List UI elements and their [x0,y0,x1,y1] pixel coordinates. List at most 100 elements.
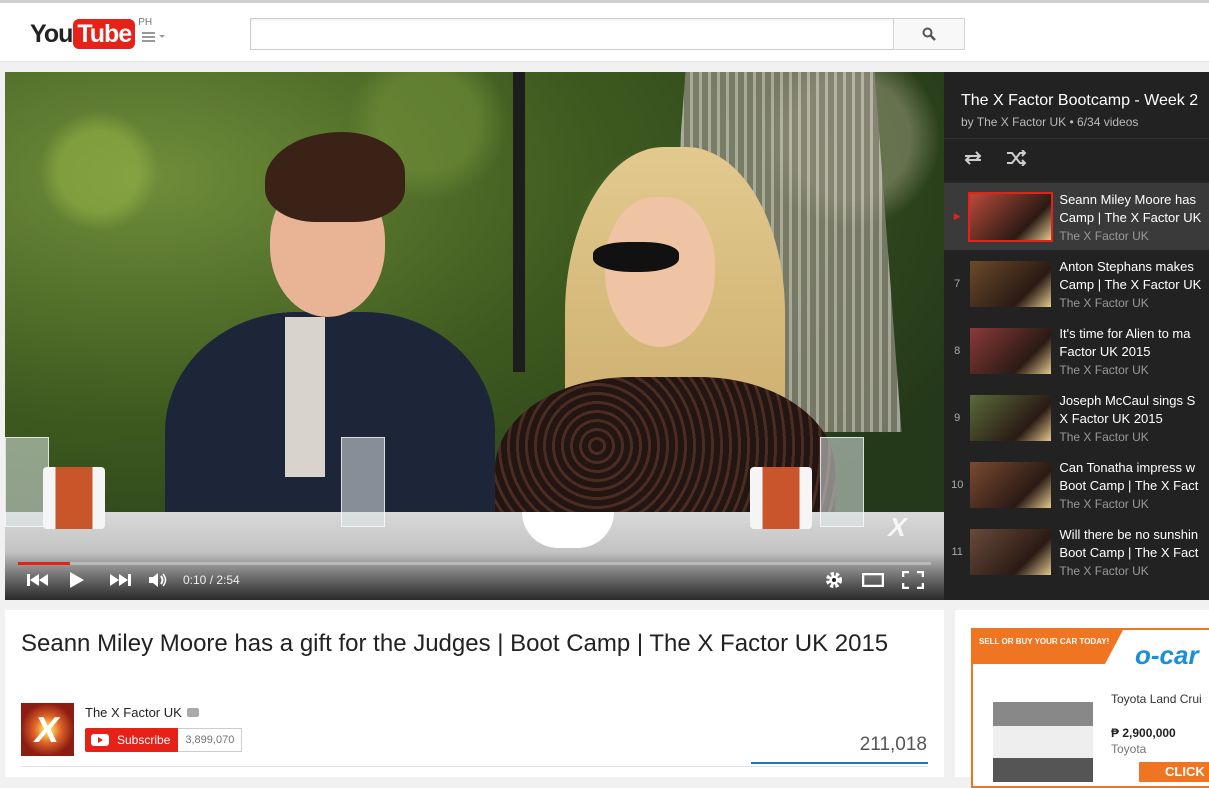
settings-button[interactable] [824,570,844,590]
playlist-item-thumbnail [970,394,1052,441]
playlist-header: The X Factor Bootcamp - Week 2 by The X … [944,72,1209,139]
country-code: PH [138,17,153,28]
video-player[interactable]: X 0:10 / 2:54 [5,72,944,600]
previous-button[interactable] [27,573,49,587]
playlist-item-title-line: Factor UK 2015 [1059,343,1151,359]
playlist-item-title-line: Will there be no sunshin [1059,526,1199,542]
playlist-item[interactable]: 9 Joseph McCaul sings S X Factor UK 2015 Th… [944,384,1209,451]
playlist-item[interactable]: 8 It's time for Alien to ma Factor UK 2015… [944,317,1209,384]
playlist-item-title-line: Seann Miley Moore has [1059,191,1196,207]
shuffle-button[interactable] [1006,149,1028,171]
playlist-item-owner: The X Factor UK [1059,429,1149,444]
playlist-item-title: Joseph McCaul sings S X Factor UK 2015 [1059,392,1209,428]
fullscreen-button[interactable] [902,571,924,589]
playlist-item-title-line: Camp | The X Factor UK [1059,209,1202,225]
playlist-item-title-line: It's time for Alien to ma [1059,325,1191,341]
channel-avatar[interactable] [21,703,74,756]
ad-click-button[interactable]: CLICK [1139,762,1209,782]
youtube-logo[interactable]: You Tube PH [30,17,153,49]
display-ad[interactable]: SELL OR BUY YOUR CAR TODAY! o-car Toyota… [971,628,1209,788]
playlist-panel: The X Factor Bootcamp - Week 2 by The X … [944,72,1209,600]
youtube-play-icon [91,734,109,746]
playlist-item-thumbnail [968,191,1054,242]
playlist-item-title: Anton Stephans makes Camp | The X Factor … [1059,258,1209,294]
divider [21,766,928,767]
guide-menu-icon[interactable] [142,32,166,46]
video-title: Seann Miley Moore has a gift for the Jud… [21,630,889,657]
playlist-item-title-line: Joseph McCaul sings S [1059,392,1196,408]
playlist-item[interactable]: 7 Anton Stephans makes Camp | The X Factor… [944,250,1209,317]
time-display: 0:10 / 2:54 [183,573,240,587]
shuffle-icon [1007,149,1027,167]
playlist-item[interactable]: ▶ Seann Miley Moore has Camp | The X Facto… [944,183,1209,250]
playlist-item-title-line: Boot Camp | The X Fact [1059,544,1199,560]
sentiment-bar [751,762,928,764]
progress-fill [18,562,71,565]
playlist-item-title-line: X Factor UK 2015 [1059,410,1163,426]
next-icon [110,574,131,586]
subscribe-button[interactable]: Subscribe [85,728,179,752]
playlist-item-title-line: Anton Stephans makes [1059,258,1194,274]
play-icon [70,572,84,588]
playlist-actions [944,139,1209,183]
playlist-item-title-line: Camp | The X Factor UK [1059,276,1202,292]
play-button[interactable] [69,572,85,588]
watch-info: Seann Miley Moore has a gift for the Jud… [5,610,944,777]
ad-logo: o-car [1135,640,1199,670]
channel-name-row: The X Factor UK [85,705,199,720]
previous-icon [27,574,48,586]
search-input[interactable] [250,18,894,50]
theater-icon [862,573,884,587]
playlist-title[interactable]: The X Factor Bootcamp - Week 2 [961,92,1209,110]
playlist-item-index: 10 [951,478,964,491]
playlist-item-title: Will there be no sunshin Boot Camp | The … [1059,526,1209,562]
playlist-item-title: Can Tonatha impress w Boot Camp | The X F… [1059,459,1209,495]
playlist-item-title: It's time for Alien to ma Factor UK 2015 [1059,325,1209,361]
playlist-item-index: 9 [954,411,961,424]
volume-icon [149,573,167,587]
playlist-item-thumbnail [970,528,1052,575]
search-button[interactable] [893,18,965,50]
video-frame: X [5,72,944,600]
gear-icon [826,572,842,588]
logo-tube-text: Tube [73,19,136,49]
playlist-item-title-line: Boot Camp | The X Fact [1059,477,1199,493]
playlist-item-owner: The X Factor UK [1059,228,1149,243]
progress-bar[interactable] [18,562,931,565]
verified-icon [186,708,199,717]
now-playing-icon: ▶ [953,211,961,221]
view-count: 211,018 [859,734,927,755]
fullscreen-icon [902,571,924,589]
ad-brand: Toyota [1111,742,1147,756]
playlist-item[interactable]: 11 Will there be no sunshin Boot Camp | Th… [944,518,1209,585]
player-controls: 0:10 / 2:54 [5,552,944,600]
subscribe-group: Subscribe 3,899,070 [85,728,243,752]
playlist-item-owner: The X Factor UK [1059,496,1149,511]
playlist-item-thumbnail [970,260,1052,307]
ad-car-name: Toyota Land Crui [1111,692,1202,706]
volume-button[interactable] [149,572,169,588]
subscriber-count: 3,899,070 [178,728,243,752]
search-icon [922,27,936,41]
playlist-item-title: Seann Miley Moore has Camp | The X Factor… [1059,191,1209,227]
logo-you-text: You [30,20,73,48]
playlist-item[interactable]: 10 Can Tonatha impress w Boot Camp | The X… [944,451,1209,518]
theater-mode-button[interactable] [862,573,884,587]
playlist-item-owner: The X Factor UK [1059,295,1149,310]
playlist-item-title-line: Can Tonatha impress w [1059,459,1196,475]
playlist-item-owner: The X Factor UK [1059,362,1149,377]
next-button[interactable] [109,573,131,587]
ad-container: SELL OR BUY YOUR CAR TODAY! o-car Toyota… [955,610,1209,788]
playlist-item-thumbnail [970,327,1052,374]
playlist-item-thumbnail [970,461,1052,508]
masthead: You Tube PH [0,0,1209,62]
loop-icon [964,151,982,165]
playlist-item-index: 11 [951,545,963,558]
loop-button[interactable] [962,150,984,171]
playlist-items: ▶ Seann Miley Moore has Camp | The X Facto… [944,183,1209,585]
ad-price: ₱ 2,900,000 [1111,726,1176,740]
ad-car-image [993,702,1093,782]
ad-banner: SELL OR BUY YOUR CAR TODAY! [973,630,1123,664]
subscribe-label: Subscribe [117,733,171,747]
channel-name[interactable]: The X Factor UK [85,705,182,720]
